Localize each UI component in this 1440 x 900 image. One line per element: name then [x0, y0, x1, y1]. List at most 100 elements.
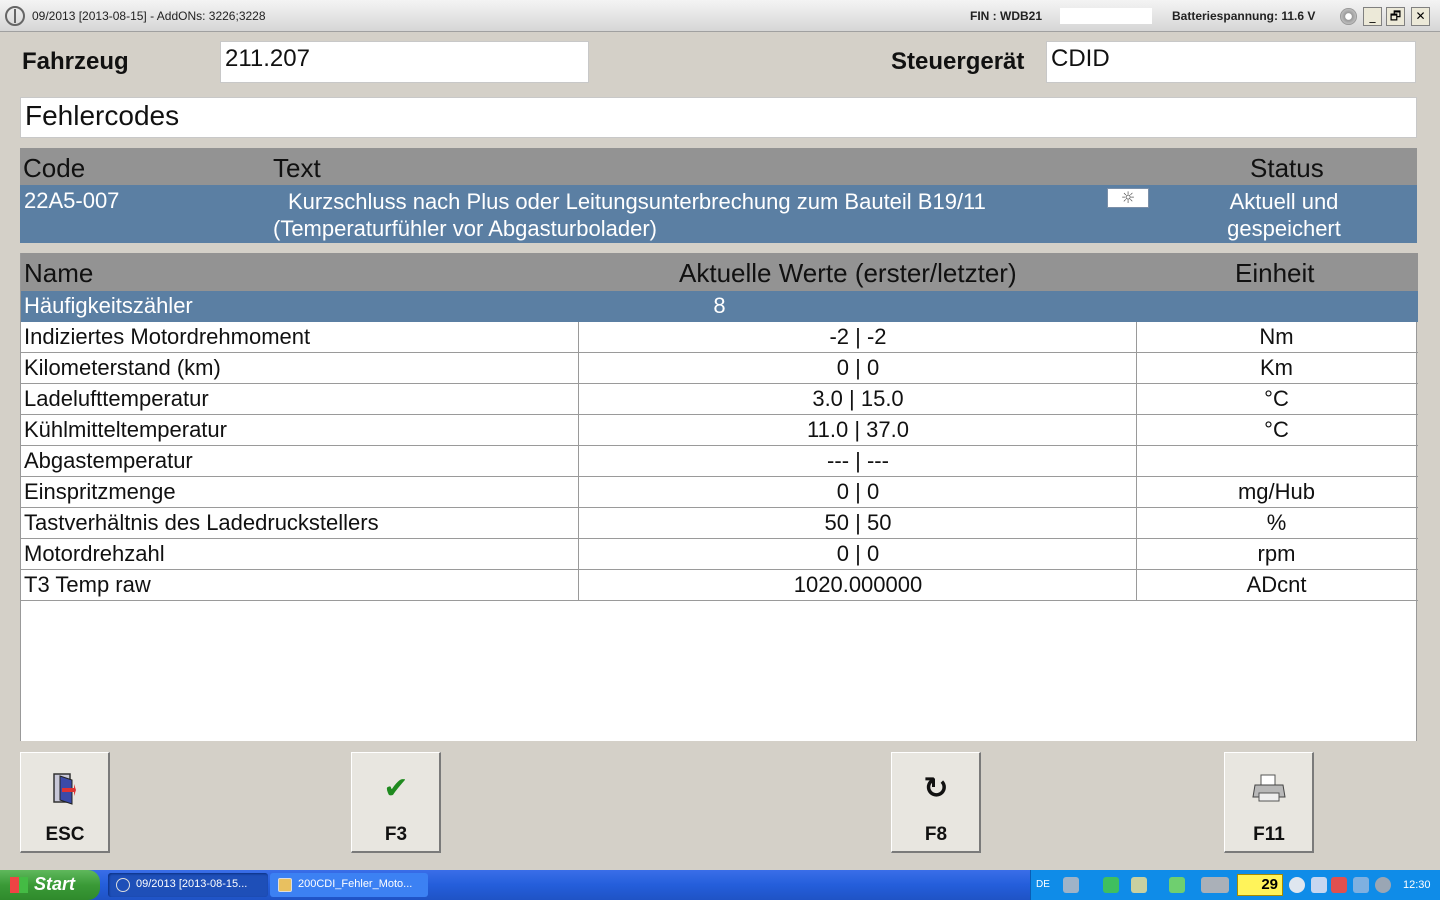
value-name: Indiziertes Motordrehmoment [24, 324, 311, 349]
checkmark-icon: ✔ [383, 771, 409, 806]
refresh-icon: ↻ [923, 771, 949, 806]
language-indicator[interactable]: DE [1036, 879, 1050, 890]
taskbar-item-label: 200CDI_Fehler_Moto... [298, 878, 413, 890]
value-reading: 3.0 | 15.0 [812, 386, 904, 411]
value-name: Tastverhältnis des Ladedruckstellers [24, 510, 379, 535]
esc-button[interactable]: ESC [20, 752, 110, 853]
mercedes-star-icon [5, 6, 25, 26]
wifi-disconnected-icon[interactable] [1331, 877, 1347, 893]
value-unit: Nm [1259, 324, 1294, 349]
clock-settings-icon[interactable] [1375, 877, 1391, 893]
fahrzeug-field: 211.207 [220, 41, 589, 83]
fahrzeug-label: Fahrzeug [22, 48, 129, 75]
value-unit: °C [1264, 386, 1289, 411]
printer-icon [1225, 771, 1313, 807]
taskbar-item-label: 09/2013 [2013-08-15... [136, 878, 248, 890]
windows-logo-icon [10, 877, 28, 893]
settings-gear-icon[interactable] [1340, 8, 1357, 25]
info-icon[interactable] [1353, 877, 1369, 893]
fault-text: Kurzschluss nach Plus oder Leitungsunter… [273, 188, 1083, 242]
frequency-counter-value: 8 [713, 293, 726, 318]
value-reading: 1020.000000 [793, 572, 923, 597]
steuergeraet-field: CDID [1046, 41, 1416, 83]
start-button[interactable]: Start [0, 870, 100, 900]
fault-text-line-2: (Temperaturfühler vor Abgasturbolader) [273, 216, 657, 241]
environment-data-sun-icon[interactable]: ☼ [1107, 188, 1149, 208]
status-column-header: Status [1250, 153, 1324, 183]
exit-door-icon [21, 771, 109, 807]
device-icon[interactable] [1131, 877, 1147, 893]
steuergeraet-label: Steuergerät [891, 48, 1025, 75]
table-row[interactable]: Indiziertes Motordrehmoment -2 | -2 Nm [21, 322, 1418, 353]
title-bar: 09/2013 [2013-08-15] - AddONs: 3226;3228… [0, 0, 1440, 32]
notification-badge[interactable]: 29 [1237, 874, 1283, 896]
name-column-header: Name [24, 258, 94, 288]
taskbar-item-image[interactable]: 200CDI_Fehler_Moto... [270, 873, 428, 897]
value-unit: Km [1260, 355, 1293, 380]
chevron-left-icon[interactable] [1289, 877, 1305, 893]
value-reading: 0 | 0 [836, 541, 880, 566]
table-row[interactable]: Kühlmitteltemperatur 11.0 | 37.0 °C [21, 415, 1418, 446]
image-file-icon [278, 878, 292, 892]
fault-code-row[interactable]: 22A5-007 Kurzschluss nach Plus oder Leit… [20, 185, 1417, 243]
f3-button[interactable]: ✔ F3 [351, 752, 441, 853]
update-icon[interactable] [1169, 877, 1185, 893]
f11-label: F11 [1253, 824, 1285, 845]
mercedes-star-icon [116, 878, 130, 892]
value-name: Kilometerstand (km) [24, 355, 221, 380]
values-column-header: Aktuelle Werte (erster/letzter) [679, 258, 1017, 288]
code-column-header: Code [23, 153, 86, 183]
minimize-button[interactable]: _ [1363, 7, 1382, 26]
taskbar-item-xentry[interactable]: 09/2013 [2013-08-15... [108, 873, 268, 897]
f3-label: F3 [384, 824, 408, 845]
table-row[interactable]: Tastverhältnis des Ladedruckstellers 50 |… [21, 508, 1418, 539]
frequency-counter-row[interactable]: Häufigkeitszähler 8 [21, 291, 1418, 322]
restore-button[interactable]: 🗗 [1386, 7, 1405, 26]
network-icon[interactable] [1063, 877, 1079, 893]
values-rows: Indiziertes Motordrehmoment -2 | -2 Nm Kil… [21, 322, 1418, 601]
start-label: Start [34, 874, 76, 894]
fault-status: Aktuell und gespeichert [1208, 188, 1360, 242]
table-row[interactable]: Motordrehzahl 0 | 0 rpm [21, 539, 1418, 570]
value-reading: 11.0 | 37.0 [807, 417, 909, 442]
diagnosis-device-icon[interactable] [1201, 877, 1229, 893]
table-row[interactable]: Abgastemperatur --- | --- [21, 446, 1418, 477]
value-unit: °C [1264, 417, 1289, 442]
value-reading: 0 | 0 [836, 479, 880, 504]
section-title: Fehlercodes [20, 97, 1417, 138]
table-row[interactable]: Einspritzmenge 0 | 0 mg/Hub [21, 477, 1418, 508]
values-table-header: Name Aktuelle Werte (erster/letzter) Ein… [21, 253, 1418, 291]
f8-button[interactable]: ↻ F8 [891, 752, 981, 853]
esc-label: ESC [45, 824, 85, 845]
value-name: Kühlmitteltemperatur [24, 417, 227, 442]
value-name: Ladelufttemperatur [24, 386, 209, 411]
value-name: Motordrehzahl [24, 541, 165, 566]
value-name: Einspritzmenge [24, 479, 176, 504]
values-table: Name Aktuelle Werte (erster/letzter) Ein… [20, 253, 1418, 741]
fault-status-line-1: Aktuell und [1229, 189, 1339, 214]
fault-table-header: Code Text Status [20, 148, 1417, 185]
fault-status-line-2: gespeichert [1227, 216, 1341, 241]
sync-icon[interactable] [1103, 877, 1119, 893]
fin-redaction [1060, 8, 1152, 24]
f11-button[interactable]: F11 [1224, 752, 1314, 853]
table-row[interactable]: Ladelufttemperatur 3.0 | 15.0 °C [21, 384, 1418, 415]
value-reading: 50 | 50 [824, 510, 892, 535]
table-row[interactable]: Kilometerstand (km) 0 | 0 Km [21, 353, 1418, 384]
value-name: T3 Temp raw [24, 572, 151, 597]
value-unit: ADcnt [1246, 572, 1307, 597]
battery-voltage: Batteriespannung: 11.6 V [1172, 9, 1316, 23]
table-row[interactable]: T3 Temp raw 1020.000000 ADcnt [21, 570, 1418, 601]
fault-code: 22A5-007 [24, 188, 120, 213]
badge-count: 29 [1261, 876, 1278, 893]
window-title: 09/2013 [2013-08-15] - AddONs: 3226;3228 [32, 9, 266, 23]
f8-label: F8 [924, 824, 948, 845]
windows-taskbar: Start 09/2013 [2013-08-15... 200CDI_Fehl… [0, 870, 1440, 900]
fault-text-line-1: Kurzschluss nach Plus oder Leitungsunter… [288, 189, 986, 214]
bluetooth-icon[interactable] [1311, 877, 1327, 893]
value-reading: -2 | -2 [829, 324, 887, 349]
value-unit: rpm [1257, 541, 1296, 566]
close-button[interactable]: ✕ [1411, 7, 1430, 26]
system-clock: 12:30 [1403, 879, 1431, 891]
value-unit: mg/Hub [1237, 479, 1316, 504]
